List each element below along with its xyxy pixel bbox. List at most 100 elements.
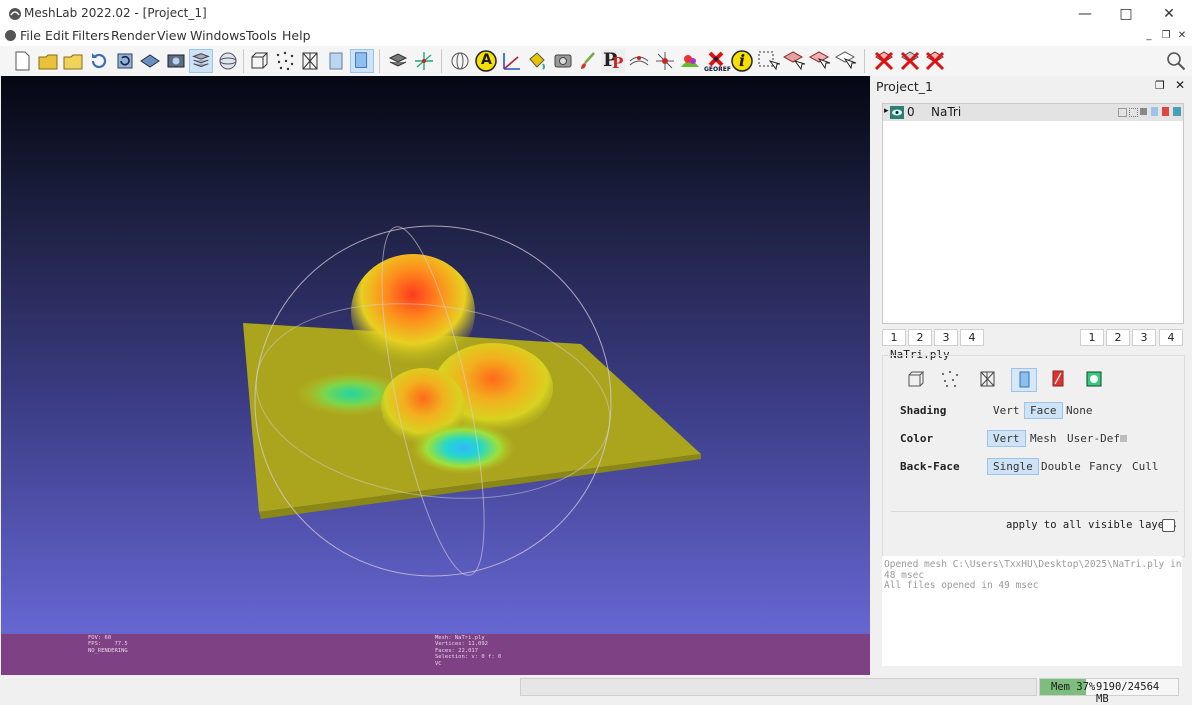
menu-tools[interactable]: Tools — [246, 28, 277, 43]
shading-face-option[interactable]: Face — [1024, 402, 1063, 419]
render-bbox-icon[interactable] — [905, 369, 927, 389]
wireframe-icon[interactable] — [298, 49, 322, 73]
expand-arrow-icon[interactable]: ▸ — [884, 106, 889, 116]
close-panel-icon[interactable]: ✕ — [1175, 79, 1187, 91]
search-icon[interactable] — [1165, 50, 1187, 72]
shading-vert-option[interactable]: Vert — [988, 403, 1025, 418]
right-tab-2[interactable]: 2 — [1106, 329, 1130, 346]
mesh-render[interactable] — [1, 76, 870, 634]
pickpoints-p-icon[interactable]: P P — [601, 49, 625, 73]
memory-indicator: Mem 37% 9190/24564 MB — [1039, 678, 1179, 705]
layer-wire-icon[interactable] — [1140, 108, 1147, 115]
layer-list: ▸ 0 NaTri — [882, 103, 1184, 324]
snapshot-icon[interactable] — [164, 49, 188, 73]
smooth-shading-icon[interactable] — [350, 49, 374, 73]
render-viewport[interactable]: FOV: 60 FPS: 77.5 NO_RENDERING Mesh: NaT… — [1, 76, 870, 675]
info-icon[interactable]: i — [730, 49, 754, 73]
layer-shade-icon[interactable] — [1151, 107, 1158, 116]
title-bar: MeshLab 2022.02 - [Project_1] — □ ✕ — [0, 0, 1192, 28]
select-cursor-icon[interactable] — [833, 49, 857, 73]
delete-vertices-icon[interactable] — [898, 49, 922, 73]
open-project-icon[interactable] — [61, 49, 85, 73]
save-icon[interactable] — [138, 49, 162, 73]
select-faces-icon[interactable] — [781, 49, 805, 73]
log-line-3: All files opened in 49 msec — [884, 580, 1039, 591]
delete-faces-icon[interactable] — [923, 49, 947, 73]
menu-render[interactable]: Render — [111, 28, 156, 43]
apply-all-checkbox[interactable] — [1162, 519, 1175, 532]
menu-filters[interactable]: Filters — [72, 28, 109, 43]
color-vert-option[interactable]: Vert — [987, 430, 1026, 447]
flat-shading-icon[interactable] — [324, 49, 348, 73]
sphere-icon[interactable] — [448, 49, 472, 73]
menu-view[interactable]: View — [157, 28, 187, 43]
new-document-icon[interactable] — [10, 49, 34, 73]
float-panel-icon[interactable]: ❐ — [1155, 80, 1167, 92]
color-label: Color — [900, 432, 934, 445]
color-mesh-option[interactable]: Mesh — [1025, 431, 1062, 446]
select-vertices-icon[interactable] — [756, 49, 780, 73]
layer-name[interactable]: NaTri — [931, 105, 961, 119]
render-points-icon[interactable] — [939, 369, 961, 389]
progress-bar — [520, 678, 1037, 696]
render-solid-icon[interactable] — [1011, 368, 1037, 392]
painter-icon[interactable] — [678, 49, 702, 73]
reload-icon[interactable] — [87, 49, 111, 73]
layer-stack-icon[interactable] — [386, 49, 410, 73]
open-folder-icon[interactable] — [36, 49, 60, 73]
shading-none-option[interactable]: None — [1061, 403, 1098, 418]
render-texture-icon[interactable] — [1083, 369, 1105, 389]
right-tab-1[interactable]: 1 — [1080, 329, 1104, 346]
layer-texture-icon[interactable] — [1173, 107, 1181, 116]
backface-double-option[interactable]: Double — [1036, 459, 1086, 474]
select-connected-icon[interactable] — [807, 49, 831, 73]
user-color-swatch[interactable] — [1120, 435, 1127, 442]
left-tab-3[interactable]: 3 — [934, 329, 958, 346]
menu-edit[interactable]: Edit — [45, 28, 69, 43]
divider — [891, 511, 1178, 512]
paint-bucket-icon[interactable] — [525, 49, 549, 73]
points-icon[interactable] — [273, 49, 297, 73]
layer-points-icon[interactable] — [1129, 108, 1138, 117]
visibility-eye-icon[interactable] — [890, 106, 904, 119]
georef-icon[interactable]: GEOREF — [704, 49, 731, 73]
backface-single-option[interactable]: Single — [987, 458, 1039, 475]
left-tab-4[interactable]: 4 — [960, 329, 984, 346]
brush-icon[interactable] — [576, 49, 600, 73]
close-button[interactable]: ✕ — [1146, 0, 1192, 28]
menu-file[interactable]: File — [20, 28, 41, 43]
layers-icon[interactable] — [189, 49, 213, 73]
render-color-icon[interactable] — [1047, 369, 1069, 389]
annotation-a-icon[interactable]: A — [474, 49, 498, 73]
backface-cull-option[interactable]: Cull — [1127, 459, 1164, 474]
mdi-minimize-button[interactable]: _ — [1142, 29, 1156, 43]
backface-fancy-option[interactable]: Fancy — [1084, 459, 1127, 474]
render-options-group: Shading Vert Face None Color Vert Mesh U… — [882, 355, 1185, 557]
right-tab-3[interactable]: 3 — [1132, 329, 1156, 346]
memory-label: Mem 37% — [1051, 681, 1096, 693]
layer-row[interactable]: ▸ 0 NaTri — [883, 104, 1183, 121]
toolbar-separator — [243, 49, 244, 73]
color-userdef-option[interactable]: User-Def — [1062, 431, 1125, 446]
menu-help[interactable]: Help — [282, 28, 311, 43]
camera-icon[interactable] — [551, 49, 575, 73]
bounding-box-icon[interactable] — [247, 49, 271, 73]
minimize-button[interactable]: — — [1062, 0, 1108, 28]
mdi-restore-button[interactable]: ❐ — [1159, 29, 1173, 43]
left-tab-1[interactable]: 1 — [882, 329, 906, 346]
delete-selection-icon[interactable] — [872, 49, 896, 73]
edit-select-icon[interactable] — [653, 49, 677, 73]
left-tab-2[interactable]: 2 — [908, 329, 932, 346]
layer-bbox-icon[interactable] — [1118, 108, 1127, 117]
layer-color-icon[interactable] — [1162, 107, 1169, 116]
right-tab-4[interactable]: 4 — [1159, 329, 1183, 346]
mdi-close-button[interactable]: ✕ — [1175, 29, 1189, 43]
measure-axes-icon[interactable] — [500, 49, 524, 73]
reload-all-icon[interactable] — [113, 49, 137, 73]
maximize-button[interactable]: □ — [1103, 0, 1149, 28]
align-icon[interactable] — [627, 49, 651, 73]
globe-light-icon[interactable] — [216, 49, 240, 73]
menu-windows[interactable]: Windows — [190, 28, 246, 43]
render-wire-icon[interactable] — [977, 369, 999, 389]
axes-icon[interactable] — [412, 49, 436, 73]
